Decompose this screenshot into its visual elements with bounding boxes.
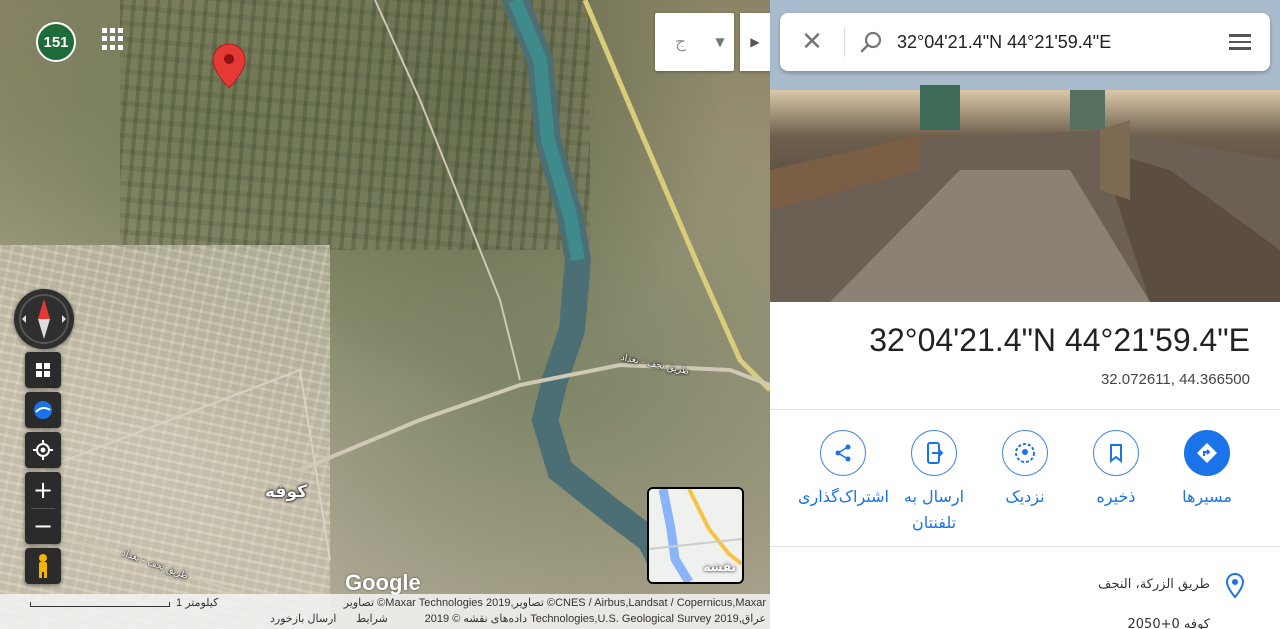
nearby-label: نزدیک	[1005, 487, 1045, 506]
globe-view-button[interactable]	[25, 392, 61, 428]
city-label: كوفه	[265, 482, 307, 502]
save-label: ذخیره	[1096, 487, 1136, 506]
close-icon[interactable]: ✕	[780, 27, 844, 57]
directions-icon	[1197, 443, 1217, 463]
imagery-attribution: تصاویر ©Maxar Technologies 2019,تصاویر ©…	[343, 597, 766, 609]
map-canvas[interactable]: كوفه طريق نجف - بغداد طريق نجف - بغداد 1…	[0, 0, 770, 629]
directions-label: مسیرها	[1182, 487, 1232, 506]
map-type-toggle[interactable]: نقشه	[647, 487, 744, 584]
address-text: طريق الزركة، النجف	[1098, 577, 1210, 592]
badge-151[interactable]: 151	[36, 22, 76, 62]
nearby-button[interactable]: نزدیک	[980, 428, 1070, 510]
scale-bar[interactable]	[30, 602, 170, 607]
collapse-panel-button[interactable]: ▶	[740, 13, 770, 71]
minimap-label: نقشه	[703, 560, 736, 574]
save-button[interactable]: ذخیره	[1071, 428, 1161, 510]
hamburger-menu-icon[interactable]	[1210, 34, 1270, 50]
send-to-phone-button[interactable]: ارسال به تلفنتان	[889, 428, 979, 536]
send-to-phone-icon	[927, 442, 944, 464]
share-button[interactable]: اشتراک‌گذاری	[798, 428, 889, 510]
search-input[interactable]: 32°04'21.4"N 44°21'59.4"E	[897, 32, 1210, 53]
river-highlight	[508, 0, 585, 262]
place-panel: ✕ 32°04'21.4"N 44°21'59.4"E 32°04'21.4"N…	[770, 0, 1280, 629]
send-to-phone-label: ارسال به تلفنتان	[903, 487, 965, 532]
share-label: اشتراک‌گذاری	[798, 487, 889, 506]
zoom-in-button[interactable]: +	[25, 472, 61, 508]
directions-button[interactable]: مسیرها	[1162, 428, 1252, 510]
search-box: ✕ 32°04'21.4"N 44°21'59.4"E	[780, 13, 1270, 71]
my-location-button[interactable]	[25, 432, 61, 468]
chevron-right-icon: ▶	[750, 35, 760, 49]
compass-icon	[19, 294, 69, 344]
zoom-controls: + −	[25, 472, 61, 544]
compass-control[interactable]	[14, 289, 74, 349]
plus-code-text[interactable]: 2050+0 كوفه	[1128, 617, 1210, 629]
apps-grid-icon[interactable]	[102, 28, 124, 50]
layers-button[interactable]	[25, 352, 61, 388]
input-tools-box[interactable]: ج ▼	[655, 13, 734, 71]
terms-link[interactable]: شرایط	[356, 612, 388, 625]
send-feedback-link[interactable]: ارسال بازخورد	[270, 612, 336, 625]
search-icon[interactable]	[845, 30, 897, 54]
chevron-down-icon[interactable]: ▼	[706, 35, 734, 49]
my-location-icon	[33, 440, 53, 460]
street-view-pegman-button[interactable]	[25, 548, 61, 584]
google-logo: Google	[345, 570, 421, 595]
scale-label[interactable]: 1 کیلومتر	[176, 596, 218, 609]
grid-icon	[36, 363, 50, 377]
globe-icon	[34, 401, 52, 419]
bookmark-icon	[1110, 444, 1122, 463]
location-pin-icon	[212, 43, 246, 89]
action-buttons: مسیرها ذخیره نزدیک ارسال به تلفنتان اشتر…	[770, 428, 1280, 538]
nearby-icon	[1015, 443, 1035, 463]
attribution-bar: 1 کیلومتر تصاویر ©Maxar Technologies 201…	[0, 594, 770, 629]
place-title: 32°04'21.4"N 44°21'59.4"E	[869, 322, 1250, 358]
pegman-icon	[39, 554, 47, 578]
zoom-out-button[interactable]: −	[25, 508, 61, 544]
input-language[interactable]: ج	[655, 32, 706, 52]
share-icon	[835, 444, 851, 462]
address-row[interactable]: طريق الزركة، النجف	[770, 565, 1280, 609]
city-boundary	[39, 368, 331, 561]
map-data-attribution: داده‌های نقشه © 2019 Technologies,U.S. G…	[424, 613, 766, 625]
decimal-coordinates[interactable]: 32.072611, 44.366500	[1101, 371, 1250, 388]
place-pin-icon	[1226, 573, 1244, 599]
road-north	[374, 0, 521, 381]
